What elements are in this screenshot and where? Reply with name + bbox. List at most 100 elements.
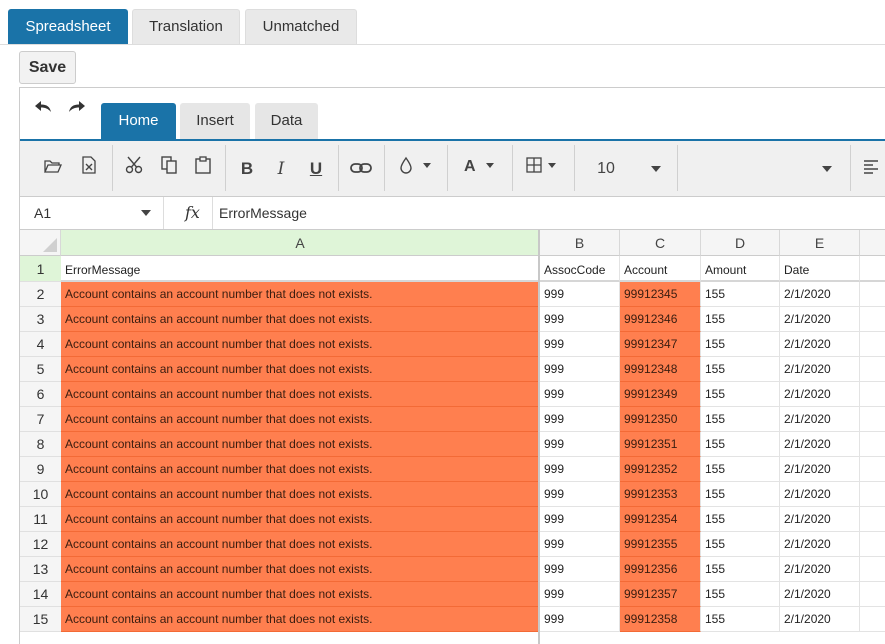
font-family-chevron-down-icon[interactable] <box>817 156 837 182</box>
data-cell[interactable]: 999 <box>540 457 620 482</box>
fill-color-icon[interactable] <box>396 156 436 182</box>
row-header[interactable]: 11 <box>20 507 61 532</box>
data-cell[interactable]: 99912350 <box>620 407 701 432</box>
font-size-chevron-down-icon[interactable] <box>646 156 666 182</box>
bold-icon[interactable]: B <box>236 156 258 182</box>
paste-icon[interactable] <box>192 156 214 182</box>
row-header[interactable]: 1 <box>20 256 61 282</box>
data-cell[interactable]: 155 <box>701 582 780 607</box>
data-cell[interactable]: 99912355 <box>620 532 701 557</box>
tab-unmatched[interactable]: Unmatched <box>245 9 357 44</box>
formula-input[interactable]: ErrorMessage <box>212 197 872 229</box>
empty-cell[interactable] <box>860 482 885 507</box>
data-cell[interactable]: 99912352 <box>620 457 701 482</box>
row-header[interactable]: 12 <box>20 532 61 557</box>
cut-icon[interactable] <box>123 156 145 182</box>
data-cell[interactable]: 2/1/2020 <box>780 407 860 432</box>
column-header-e[interactable]: E <box>780 230 860 256</box>
data-cell[interactable]: 999 <box>540 582 620 607</box>
empty-cell[interactable] <box>860 407 885 432</box>
empty-cell[interactable] <box>860 432 885 457</box>
row-header[interactable]: 9 <box>20 457 61 482</box>
data-cell[interactable]: 2/1/2020 <box>780 557 860 582</box>
row-header[interactable]: 4 <box>20 332 61 357</box>
save-button[interactable]: Save <box>19 51 76 84</box>
row-header[interactable]: 14 <box>20 582 61 607</box>
error-message-cell[interactable]: Account contains an account number that … <box>61 282 540 307</box>
data-cell[interactable]: 2/1/2020 <box>780 432 860 457</box>
empty-cell[interactable] <box>860 282 885 307</box>
data-cell[interactable]: 99912353 <box>620 482 701 507</box>
header-cell[interactable]: ErrorMessage <box>61 256 540 282</box>
export-excel-icon[interactable] <box>78 156 100 182</box>
empty-cell[interactable] <box>860 507 885 532</box>
data-cell[interactable]: 999 <box>540 382 620 407</box>
error-message-cell[interactable]: Account contains an account number that … <box>61 457 540 482</box>
header-cell[interactable]: Account <box>620 256 701 282</box>
data-cell[interactable]: 99912358 <box>620 607 701 632</box>
data-cell[interactable]: 155 <box>701 532 780 557</box>
error-message-cell[interactable]: Account contains an account number that … <box>61 407 540 432</box>
data-cell[interactable]: 999 <box>540 532 620 557</box>
error-message-cell[interactable]: Account contains an account number that … <box>61 532 540 557</box>
data-cell[interactable]: 155 <box>701 382 780 407</box>
data-cell[interactable]: 99912349 <box>620 382 701 407</box>
italic-icon[interactable]: I <box>270 156 292 182</box>
error-message-cell[interactable]: Account contains an account number that … <box>61 482 540 507</box>
data-cell[interactable]: 999 <box>540 482 620 507</box>
open-icon[interactable] <box>42 156 64 182</box>
column-header-extra[interactable] <box>860 230 885 256</box>
data-cell[interactable]: 155 <box>701 557 780 582</box>
data-cell[interactable]: 999 <box>540 332 620 357</box>
data-cell[interactable]: 155 <box>701 457 780 482</box>
copy-icon[interactable] <box>158 156 180 182</box>
data-cell[interactable]: 999 <box>540 607 620 632</box>
data-cell[interactable]: 99912348 <box>620 357 701 382</box>
header-cell[interactable]: Amount <box>701 256 780 282</box>
borders-icon[interactable] <box>523 156 563 182</box>
ribbon-tab-data[interactable]: Data <box>255 103 318 139</box>
empty-cell[interactable] <box>860 382 885 407</box>
error-message-cell[interactable]: Account contains an account number that … <box>61 557 540 582</box>
empty-cell[interactable] <box>860 256 885 282</box>
underline-icon[interactable]: U <box>305 156 327 182</box>
link-icon[interactable] <box>349 156 373 182</box>
data-cell[interactable]: 99912345 <box>620 282 701 307</box>
error-message-cell[interactable]: Account contains an account number that … <box>61 432 540 457</box>
data-cell[interactable]: 2/1/2020 <box>780 582 860 607</box>
error-message-cell[interactable]: Account contains an account number that … <box>61 607 540 632</box>
select-all-corner[interactable] <box>20 230 61 256</box>
data-cell[interactable]: 2/1/2020 <box>780 332 860 357</box>
data-cell[interactable]: 155 <box>701 332 780 357</box>
data-cell[interactable]: 999 <box>540 357 620 382</box>
row-header[interactable]: 10 <box>20 482 61 507</box>
empty-cell[interactable] <box>860 607 885 632</box>
error-message-cell[interactable]: Account contains an account number that … <box>61 332 540 357</box>
error-message-cell[interactable]: Account contains an account number that … <box>61 582 540 607</box>
tab-spreadsheet[interactable]: Spreadsheet <box>8 9 128 44</box>
data-cell[interactable]: 999 <box>540 407 620 432</box>
data-cell[interactable]: 155 <box>701 357 780 382</box>
font-size-value[interactable]: 10 <box>592 156 620 182</box>
data-cell[interactable]: 155 <box>701 482 780 507</box>
data-cell[interactable]: 2/1/2020 <box>780 482 860 507</box>
empty-cell[interactable] <box>860 332 885 357</box>
text-color-icon[interactable]: A <box>460 156 500 182</box>
tab-translation[interactable]: Translation <box>132 9 240 44</box>
data-cell[interactable]: 155 <box>701 607 780 632</box>
data-cell[interactable]: 999 <box>540 307 620 332</box>
empty-cell[interactable] <box>860 557 885 582</box>
data-cell[interactable]: 999 <box>540 557 620 582</box>
header-cell[interactable]: Date <box>780 256 860 282</box>
data-cell[interactable]: 155 <box>701 282 780 307</box>
data-cell[interactable]: 99912347 <box>620 332 701 357</box>
error-message-cell[interactable]: Account contains an account number that … <box>61 507 540 532</box>
data-cell[interactable]: 2/1/2020 <box>780 507 860 532</box>
data-cell[interactable]: 999 <box>540 432 620 457</box>
row-header[interactable]: 3 <box>20 307 61 332</box>
column-header-c[interactable]: C <box>620 230 701 256</box>
error-message-cell[interactable]: Account contains an account number that … <box>61 307 540 332</box>
column-header-d[interactable]: D <box>701 230 780 256</box>
data-cell[interactable]: 155 <box>701 407 780 432</box>
data-cell[interactable]: 99912346 <box>620 307 701 332</box>
